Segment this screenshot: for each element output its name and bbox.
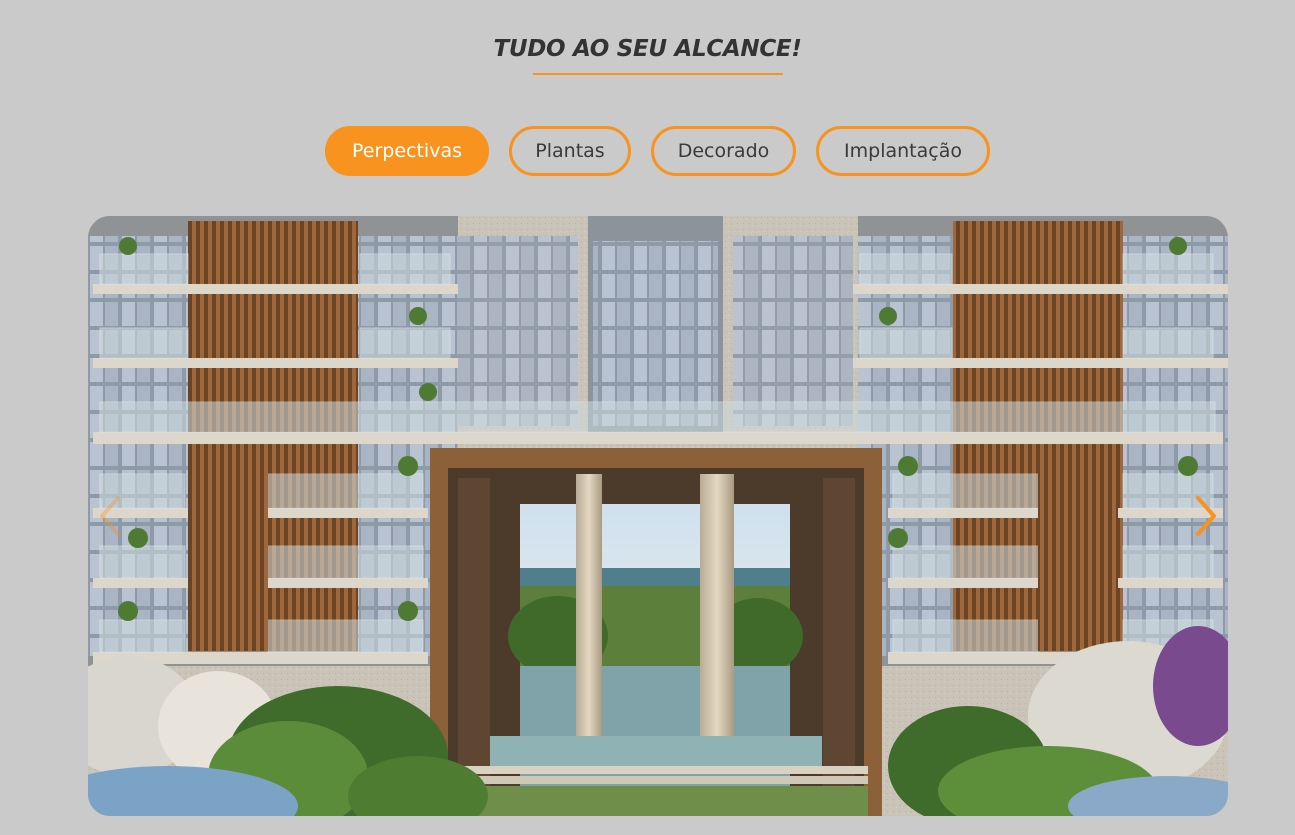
gallery-tabs: Perpectivas Plantas Decorado Implantação (325, 126, 990, 176)
section-title: TUDO AO SEU ALCANCE! (493, 36, 802, 62)
building-image (88, 216, 1228, 816)
tab-implantacao[interactable]: Implantação (816, 126, 990, 176)
title-underline (533, 73, 783, 75)
tab-perspectivas[interactable]: Perpectivas (325, 126, 489, 176)
carousel-prev-button[interactable] (96, 494, 126, 538)
carousel-next-button[interactable] (1190, 494, 1220, 538)
tab-decorado[interactable]: Decorado (651, 126, 796, 176)
image-carousel[interactable] (88, 216, 1228, 816)
chevron-right-icon (1196, 496, 1216, 536)
tab-plantas[interactable]: Plantas (509, 126, 631, 176)
chevron-left-icon (100, 496, 120, 536)
